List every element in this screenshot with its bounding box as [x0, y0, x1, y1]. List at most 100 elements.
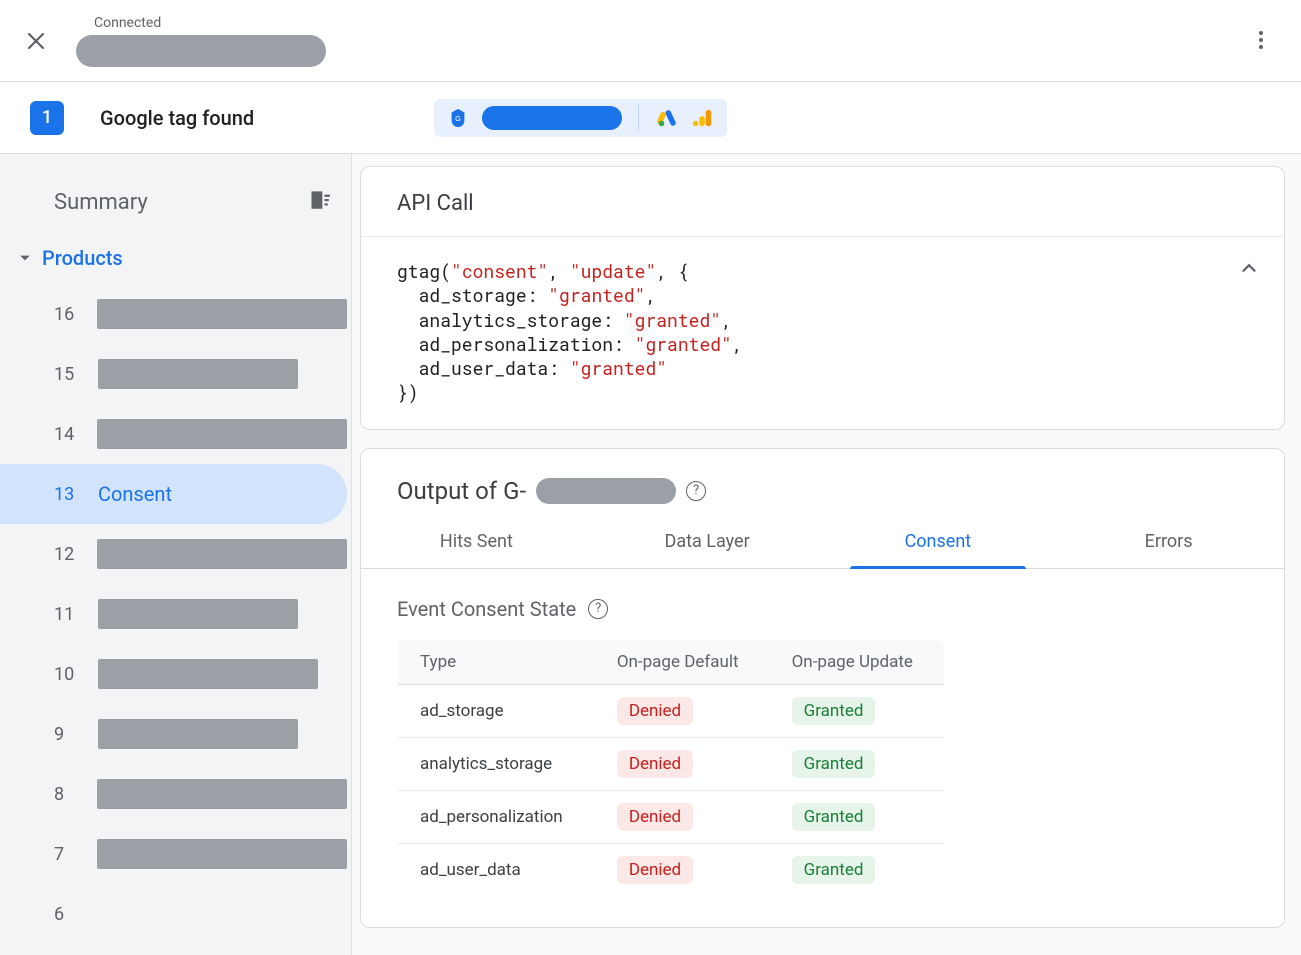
api-call-code: gtag("consent", "update", { ad_storage: … [361, 237, 1284, 429]
event-number: 16 [54, 304, 81, 325]
sidebar-event-item[interactable]: 8 [0, 764, 347, 824]
sidebar-event-item[interactable]: 16 [0, 284, 347, 344]
table-header-cell: On-page Update [770, 639, 945, 684]
tab-hits-sent[interactable]: Hits Sent [361, 515, 592, 568]
consent-update-cell: Granted [770, 737, 945, 790]
body: Summary Products 16 15 14 13 Consent 12 11 10 9 8… [0, 154, 1301, 955]
event-number: 12 [54, 544, 81, 565]
output-card: Output of G- ? Hits SentData LayerConsen… [360, 448, 1285, 928]
tag-found-bar: 1 Google tag found G [0, 82, 1301, 154]
status-badge: Denied [617, 803, 693, 831]
table-row: analytics_storageDenied Granted [398, 737, 945, 790]
redacted-event-label [97, 839, 347, 869]
tag-chip[interactable]: G [434, 99, 727, 137]
google-ads-icon [655, 106, 679, 130]
redacted-event-label [98, 659, 318, 689]
redacted-event-label [97, 419, 347, 449]
output-header: Output of G- ? [361, 449, 1284, 515]
output-title-prefix: Output of G- [397, 477, 526, 505]
event-number: 11 [54, 604, 82, 625]
redacted-event-label [97, 539, 347, 569]
event-number: 14 [54, 424, 81, 445]
summary-row[interactable]: Summary [0, 178, 351, 226]
event-label: Consent [98, 482, 172, 506]
sidebar-event-item[interactable]: 14 [0, 404, 347, 464]
event-consent-state-section: Event Consent State ? TypeOn-page Defaul… [361, 569, 1284, 927]
code-area: gtag("consent", "update", { ad_storage: … [361, 237, 1284, 429]
status-badge: Granted [792, 750, 876, 778]
table-header-cell: On-page Default [595, 639, 770, 684]
consent-default-cell: Denied [595, 684, 770, 737]
more-menu-icon[interactable] [1249, 28, 1273, 56]
tag-found-text: Google tag found [100, 106, 254, 130]
tab-consent[interactable]: Consent [823, 515, 1054, 568]
redacted-event-label [98, 719, 298, 749]
clear-icon[interactable] [305, 186, 331, 218]
collapse-icon[interactable] [1238, 257, 1260, 283]
redacted-event-label [97, 779, 347, 809]
chevron-down-icon [18, 251, 32, 265]
divider [638, 105, 639, 131]
close-icon[interactable] [24, 29, 48, 53]
redacted-hostname [76, 35, 326, 67]
event-consent-state-title-row: Event Consent State ? [397, 597, 1248, 621]
help-icon[interactable]: ? [686, 481, 706, 501]
redacted-tag-id [482, 106, 622, 130]
consent-type-cell: ad_user_data [398, 843, 595, 896]
table-row: ad_personalization Denied Granted [398, 790, 945, 843]
api-call-card: API Call gtag("consent", "update", { ad_… [360, 166, 1285, 430]
products-label: Products [42, 246, 123, 270]
table-row: ad_storage Denied Granted [398, 684, 945, 737]
status-badge: Granted [792, 856, 876, 884]
sidebar-event-item[interactable]: 11 [0, 584, 347, 644]
summary-label: Summary [54, 190, 148, 215]
table-body: ad_storageDeniedGrantedanalytics_storage… [398, 684, 945, 896]
event-number: 10 [54, 664, 82, 685]
status-badge: Granted [792, 697, 876, 725]
sidebar-event-item[interactable]: 15 [0, 344, 347, 404]
tab-data-layer[interactable]: Data Layer [592, 515, 823, 568]
event-number: 15 [54, 364, 82, 385]
tag-count-badge: 1 [30, 101, 64, 135]
gtag-icon: G [446, 106, 470, 130]
help-icon[interactable]: ? [588, 599, 608, 619]
sidebar-event-item[interactable]: 9 [0, 704, 347, 764]
event-list: 16 15 14 13 Consent 12 11 10 9 8 7 6 [0, 284, 351, 944]
topbar: Connected [0, 0, 1301, 82]
google-analytics-icon [691, 106, 715, 130]
consent-update-cell: Granted [770, 843, 945, 896]
event-number: 6 [54, 904, 82, 925]
sidebar-event-item[interactable]: 10 [0, 644, 347, 704]
status-badge: Denied [617, 697, 693, 725]
event-number: 9 [54, 724, 82, 745]
event-number: 8 [54, 784, 81, 805]
sidebar-event-item[interactable]: 12 [0, 524, 347, 584]
consent-default-cell: Denied [595, 737, 770, 790]
sidebar-event-item[interactable]: 7 [0, 824, 347, 884]
consent-table: TypeOn-page DefaultOn-page Update ad_sto… [397, 639, 945, 897]
redacted-measurement-id [536, 478, 676, 504]
table-row: ad_user_data Denied Granted [398, 843, 945, 896]
redacted-event-label [98, 359, 298, 389]
sidebar: Summary Products 16 15 14 13 Consent 12 11 10 9 8… [0, 154, 352, 955]
consent-update-cell: Granted [770, 684, 945, 737]
status-badge: Denied [617, 856, 693, 884]
consent-update-cell: Granted [770, 790, 945, 843]
tab-errors[interactable]: Errors [1053, 515, 1284, 568]
event-consent-state-title: Event Consent State [397, 597, 576, 621]
sidebar-event-item[interactable]: 13 Consent [0, 464, 347, 524]
sidebar-event-item[interactable]: 6 [0, 884, 347, 944]
api-call-title: API Call [361, 167, 1284, 237]
consent-type-cell: ad_personalization [398, 790, 595, 843]
consent-default-cell: Denied [595, 843, 770, 896]
svg-text:G: G [455, 113, 461, 122]
consent-type-cell: analytics_storage [398, 737, 595, 790]
event-number: 7 [54, 844, 81, 865]
connected-label: Connected [94, 15, 326, 31]
products-toggle[interactable]: Products [0, 226, 351, 284]
consent-type-cell: ad_storage [398, 684, 595, 737]
table-header-cell: Type [398, 639, 595, 684]
event-number: 13 [54, 484, 82, 505]
table-header-row: TypeOn-page DefaultOn-page Update [398, 639, 945, 684]
consent-default-cell: Denied [595, 790, 770, 843]
